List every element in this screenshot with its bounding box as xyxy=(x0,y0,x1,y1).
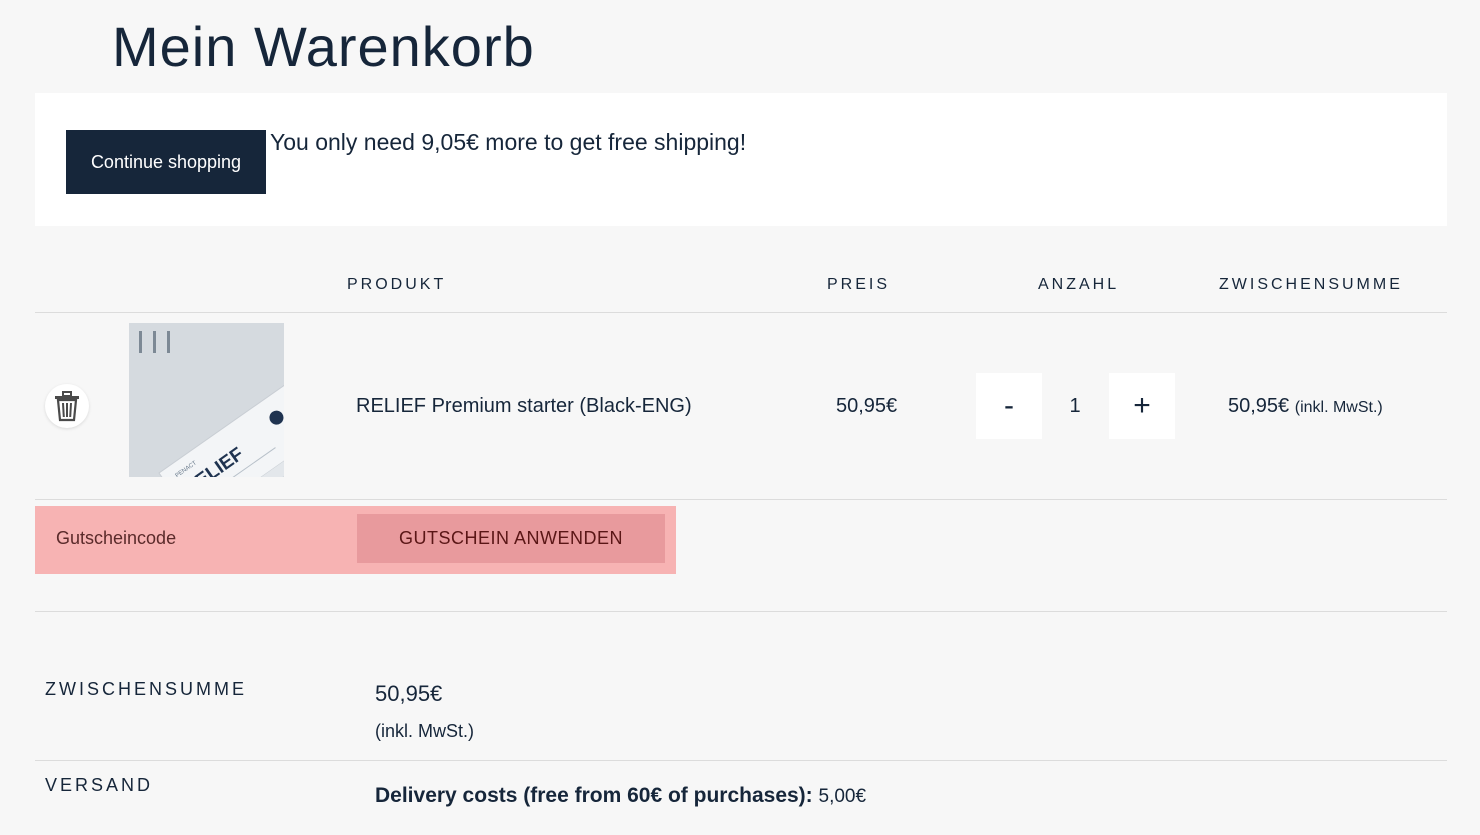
coupon-code-input[interactable] xyxy=(47,518,356,558)
product-thumbnail[interactable]: RELIEF PENACT xyxy=(129,323,284,477)
totals-divider-top xyxy=(35,611,1447,612)
totals-tax-note: (inkl. MwSt.) xyxy=(375,721,474,741)
totals-subtotal-value: 50,95€ xyxy=(375,681,443,706)
item-subtotal-value: 50,95€ xyxy=(1228,395,1290,417)
column-header-quantity: ANZAHL xyxy=(1038,276,1120,293)
apply-coupon-button[interactable]: GUTSCHEIN ANWENDEN xyxy=(357,514,665,563)
column-header-price: PREIS xyxy=(827,276,891,293)
shipping-method: Delivery costs (free from 60€ of purchas… xyxy=(375,784,866,808)
totals-divider-middle xyxy=(35,760,1447,761)
free-shipping-notice: Continue shopping You only need 9,05€ mo… xyxy=(35,93,1447,226)
cart-page: Mein Warenkorb Continue shopping You onl… xyxy=(0,0,1480,835)
product-name[interactable]: RELIEF Premium starter (Black-ENG) xyxy=(356,395,692,418)
free-shipping-message: You only need 9,05€ more to get free shi… xyxy=(270,129,747,155)
product-price: 50,95€ xyxy=(836,395,898,417)
totals-subtotal-label: ZWISCHENSUMME xyxy=(45,679,247,699)
cart-item-row: RELIEF PENACT RELIEF Premium starter (Bl… xyxy=(35,313,1447,500)
shipping-cost: 5,00€ xyxy=(818,786,867,807)
column-header-product: PRODUKT xyxy=(347,276,447,293)
page-title: Mein Warenkorb xyxy=(112,15,535,78)
remove-item-button[interactable] xyxy=(45,384,89,428)
coupon-form: GUTSCHEIN ANWENDEN xyxy=(35,506,676,574)
item-tax-note: (inkl. MwSt.) xyxy=(1294,399,1383,416)
quantity-value[interactable]: 1 xyxy=(1045,395,1105,418)
product-box-image: RELIEF PENACT xyxy=(129,323,284,477)
column-header-subtotal: ZWISCHENSUMME xyxy=(1219,276,1403,293)
quantity-decrease-button[interactable]: - xyxy=(976,373,1042,439)
cart-table-header: PRODUKT PREIS ANZAHL ZWISCHENSUMME xyxy=(35,256,1447,313)
continue-shopping-button[interactable]: Continue shopping xyxy=(66,130,266,194)
totals-shipping-label: VERSAND xyxy=(45,775,154,795)
quantity-increase-button[interactable]: + xyxy=(1109,373,1175,439)
shipping-method-label: Delivery costs (free from 60€ of purchas… xyxy=(375,784,813,807)
trash-icon xyxy=(55,391,79,422)
item-subtotal: 50,95€ (inkl. MwSt.) xyxy=(1228,395,1383,418)
